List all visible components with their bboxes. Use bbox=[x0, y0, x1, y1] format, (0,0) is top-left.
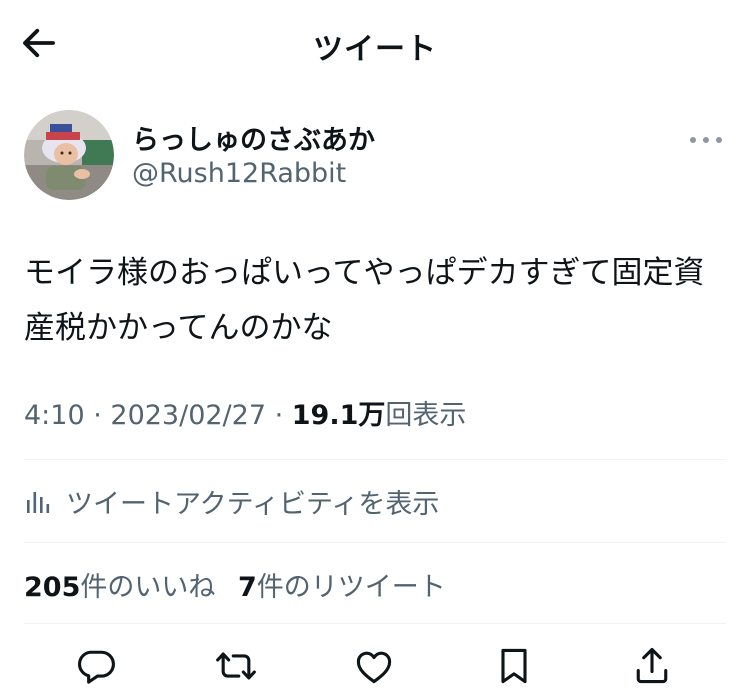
avatar-image bbox=[24, 110, 114, 200]
meta-separator: · bbox=[84, 400, 111, 431]
divider bbox=[24, 623, 726, 624]
action-bar bbox=[0, 636, 750, 692]
retweet-button[interactable] bbox=[214, 644, 258, 688]
tweet-author: らっしゅのさぶあか @Rush12Rabbit bbox=[24, 110, 726, 202]
bookmark-icon bbox=[501, 648, 527, 684]
like-button[interactable] bbox=[352, 644, 396, 688]
view-activity-button[interactable]: ツイートアクティビティを表示 bbox=[24, 462, 726, 542]
share-button[interactable] bbox=[630, 644, 674, 688]
reply-icon bbox=[78, 650, 115, 684]
more-horizontal-icon bbox=[690, 137, 722, 143]
username-handle[interactable]: @Rush12Rabbit bbox=[132, 158, 346, 189]
tweet-date[interactable]: 2023/02/27 bbox=[110, 400, 266, 431]
heart-icon bbox=[356, 651, 392, 684]
views-count: 19.1万 bbox=[291, 400, 386, 431]
likes-label: 件のいいね bbox=[80, 572, 216, 603]
retweet-icon bbox=[216, 652, 256, 680]
divider bbox=[24, 459, 726, 460]
likes-count: 205 bbox=[24, 572, 81, 603]
meta-separator: · bbox=[266, 400, 292, 431]
bookmark-button[interactable] bbox=[492, 644, 536, 688]
reply-button[interactable] bbox=[74, 644, 118, 688]
avatar[interactable] bbox=[24, 110, 114, 200]
retweets-label: 件のリツイート bbox=[256, 572, 446, 603]
tweet-time[interactable]: 4:10 bbox=[24, 400, 85, 431]
tweet-text: モイラ様のおっぱいってやっぱデカすぎて固定資 産税かかってんのかな bbox=[24, 255, 705, 346]
page-title: ツイート bbox=[313, 32, 437, 67]
engagement-stats: 205件のいいね 7件のリツイート bbox=[24, 565, 446, 604]
tweet-metadata: 4:10 · 2023/02/27 · 19.1万回表示 bbox=[24, 393, 466, 432]
analytics-icon bbox=[27, 492, 50, 513]
header: ツイート bbox=[0, 0, 750, 86]
display-name[interactable]: らっしゅのさぶあか bbox=[132, 118, 375, 157]
share-icon bbox=[636, 647, 668, 684]
retweets-count: 7 bbox=[237, 572, 257, 603]
likes-stat[interactable]: 205件のいいね bbox=[24, 572, 215, 603]
views-label: 回表示 bbox=[385, 400, 467, 431]
view-activity-label: ツイートアクティビティを表示 bbox=[66, 489, 440, 520]
retweets-stat[interactable]: 7件のリツイート bbox=[238, 572, 446, 603]
divider bbox=[24, 542, 726, 543]
more-options-button[interactable] bbox=[686, 128, 726, 152]
